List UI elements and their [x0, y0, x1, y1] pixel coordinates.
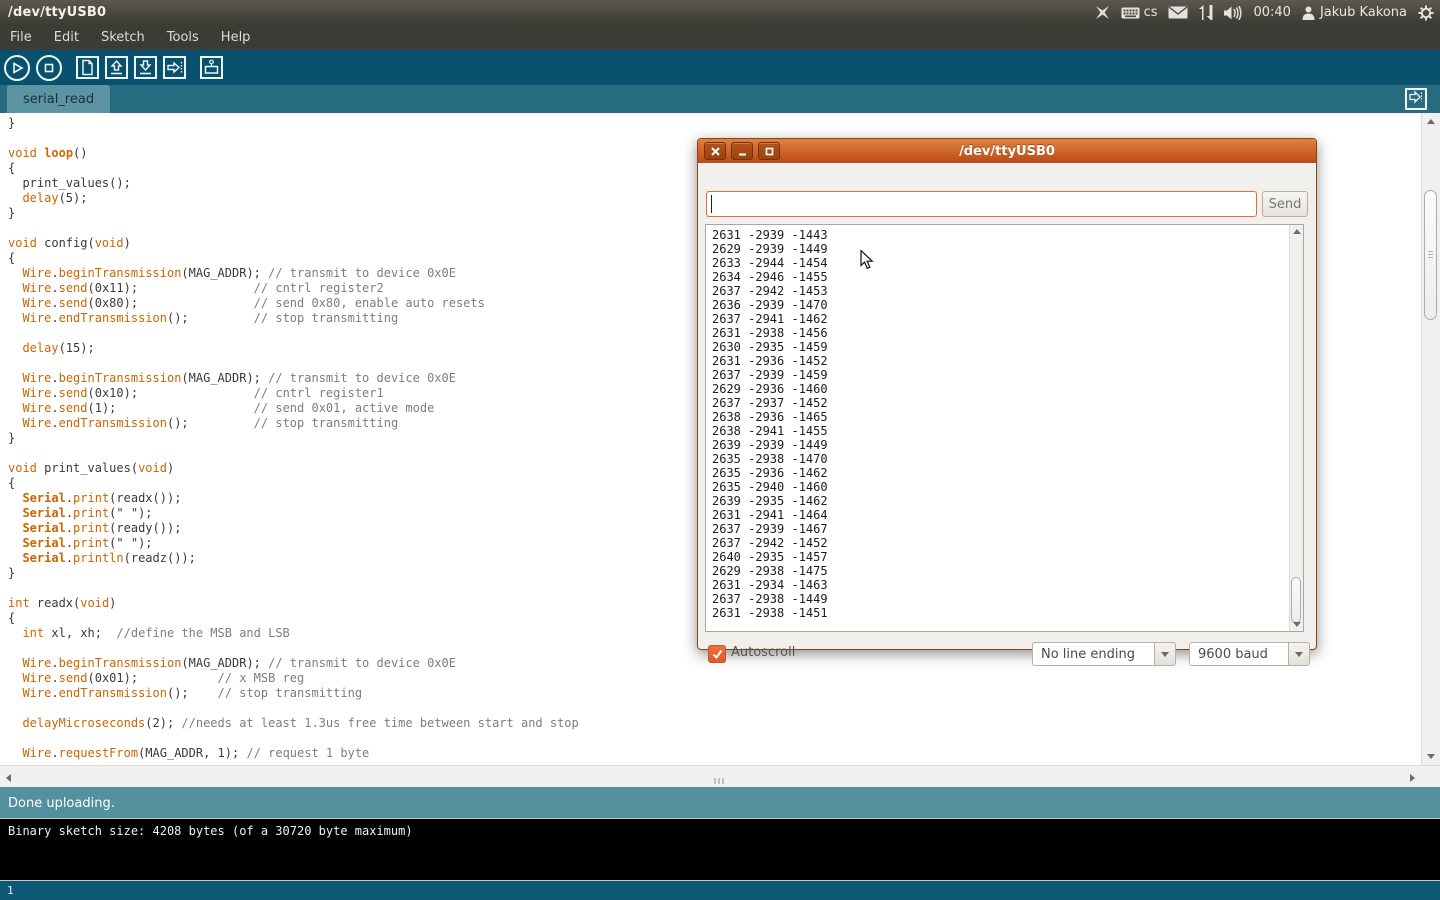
- serial-scroll-thumb[interactable]: [1291, 577, 1301, 623]
- clock-label[interactable]: 00:40: [1253, 5, 1290, 20]
- right-arrow-icon: [165, 58, 184, 77]
- upload-button[interactable]: [163, 56, 186, 79]
- stop-button[interactable]: [36, 55, 62, 81]
- open-sketch-button[interactable]: [105, 56, 128, 79]
- serial-monitor-button[interactable]: [200, 56, 223, 79]
- volume-icon[interactable]: [1224, 6, 1242, 20]
- chevron-down-icon[interactable]: [1288, 642, 1310, 666]
- serial-send-input[interactable]: [706, 191, 1257, 217]
- user-name-label[interactable]: Jakub Kakona: [1320, 5, 1407, 20]
- scroll-up-arrow-icon[interactable]: [1427, 119, 1435, 124]
- serial-monitor-icon: [202, 58, 221, 77]
- ide-toolbar: [0, 50, 1440, 85]
- user-icon: [1302, 6, 1315, 20]
- network-icon[interactable]: [1199, 5, 1213, 20]
- save-sketch-button[interactable]: [134, 56, 157, 79]
- verify-button[interactable]: [4, 55, 30, 81]
- baud-rate-select[interactable]: 9600 baud: [1189, 642, 1310, 666]
- build-console: Binary sketch size: 4208 bytes (of a 307…: [0, 818, 1440, 881]
- up-arrow-icon: [107, 58, 126, 77]
- new-document-icon: [78, 58, 97, 77]
- menu-edit[interactable]: Edit: [43, 25, 90, 50]
- mouse-cursor: [860, 250, 874, 274]
- session-gear-icon[interactable]: [1418, 5, 1434, 21]
- status-message: Done uploading.: [8, 796, 115, 811]
- line-ending-value: No line ending: [1032, 642, 1154, 666]
- stop-icon: [38, 57, 60, 79]
- send-button-label: Send: [1269, 197, 1302, 212]
- scroll-right-arrow-icon[interactable]: [1410, 774, 1415, 782]
- minimize-window-button[interactable]: [731, 142, 753, 160]
- active-window-title: /dev/ttyUSB0: [0, 5, 106, 20]
- menu-bar: File Edit Sketch Tools Help: [0, 25, 1440, 50]
- tab-label: serial_read: [23, 92, 94, 107]
- new-sketch-button[interactable]: [76, 56, 99, 79]
- keyboard-layout-label[interactable]: cs: [1144, 5, 1158, 20]
- tab-serial-read[interactable]: serial_read: [7, 85, 110, 113]
- tab-bar: serial_read: [0, 85, 1440, 113]
- chevron-down-icon[interactable]: [1154, 642, 1176, 666]
- serial-options-row: Autoscroll No line ending 9600 baud: [698, 640, 1316, 670]
- serial-scroll-up-icon[interactable]: [1293, 229, 1301, 234]
- line-number-strip: 1: [0, 881, 1440, 900]
- console-text: Binary sketch size: 4208 bytes (of a 307…: [0, 819, 1440, 838]
- indicator-icon[interactable]: [1095, 5, 1110, 20]
- status-bar: Done uploading.: [0, 787, 1440, 818]
- arduino-ide-screen: /dev/ttyUSB0 cs 00:40 Jakub Kakona File …: [0, 0, 1440, 900]
- serial-window-titlebar[interactable]: /dev/ttyUSB0: [698, 139, 1316, 163]
- maximize-window-button[interactable]: [758, 142, 780, 160]
- serial-output-text: 2631 -2939 -1443 2629 -2939 -1449 2633 -…: [706, 225, 1303, 620]
- menu-sketch[interactable]: Sketch: [90, 25, 156, 50]
- vertical-scroll-thumb[interactable]: [1424, 190, 1437, 320]
- close-window-button[interactable]: [704, 142, 726, 160]
- tab-menu-button[interactable]: [1405, 88, 1427, 110]
- line-number: 1: [7, 884, 14, 897]
- menu-tools[interactable]: Tools: [156, 25, 210, 50]
- play-icon: [6, 57, 28, 79]
- serial-output-pane[interactable]: 2631 -2939 -1443 2629 -2939 -1449 2633 -…: [705, 224, 1304, 632]
- serial-monitor-window: /dev/ttyUSB0 Send 2631 -2939 -1443 2629 …: [697, 138, 1317, 650]
- baud-rate-value: 9600 baud: [1189, 642, 1288, 666]
- menu-help[interactable]: Help: [210, 25, 262, 50]
- system-top-bar: /dev/ttyUSB0 cs 00:40 Jakub Kakona: [0, 0, 1440, 25]
- text-caret: [711, 195, 712, 213]
- menu-file[interactable]: File: [0, 25, 43, 50]
- scroll-left-arrow-icon[interactable]: [6, 774, 11, 782]
- arrow-right-icon: [1408, 89, 1424, 109]
- keyboard-icon[interactable]: [1121, 7, 1140, 19]
- serial-window-body: Send 2631 -2939 -1443 2629 -2939 -1449 2…: [698, 163, 1316, 649]
- editor-vertical-scrollbar[interactable]: [1421, 113, 1440, 765]
- autoscroll-checkbox[interactable]: [708, 645, 726, 663]
- serial-scroll-down-icon[interactable]: [1293, 622, 1301, 627]
- editor-horizontal-scrollbar[interactable]: [0, 765, 1440, 787]
- scroll-down-arrow-icon[interactable]: [1427, 754, 1435, 759]
- mail-icon[interactable]: [1168, 6, 1188, 19]
- send-button[interactable]: Send: [1262, 191, 1308, 217]
- serial-vertical-scrollbar[interactable]: [1289, 225, 1303, 631]
- line-ending-select[interactable]: No line ending: [1032, 642, 1176, 666]
- down-arrow-icon: [136, 58, 155, 77]
- horizontal-scroll-grip[interactable]: [714, 778, 716, 784]
- autoscroll-label[interactable]: Autoscroll: [731, 645, 795, 660]
- serial-window-title: /dev/ttyUSB0: [698, 144, 1316, 159]
- system-tray: cs 00:40 Jakub Kakona: [1095, 0, 1434, 25]
